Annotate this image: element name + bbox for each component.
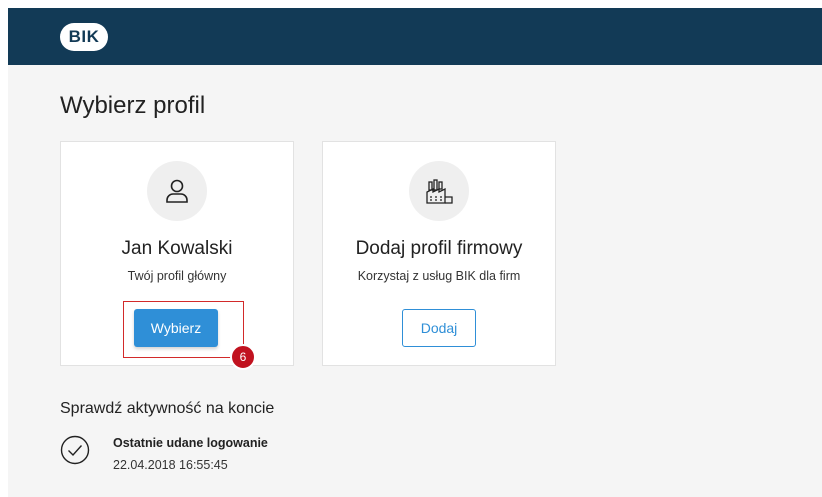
page-title: Wybierz profil (60, 92, 206, 119)
profile-name: Jan Kowalski (121, 238, 233, 259)
profile-card-company: Dodaj profil firmowy Korzystaj z usług B… (322, 141, 556, 366)
activity-section-title: Sprawdź aktywność na koncie (60, 400, 275, 417)
check-circle-icon (60, 435, 90, 465)
add-company-profile-button[interactable]: Dodaj (402, 309, 476, 347)
bik-logo[interactable]: BIK (60, 23, 108, 51)
select-profile-button[interactable]: Wybierz (134, 309, 218, 347)
profile-card-personal: Jan Kowalski Twój profil główny Wybierz (60, 141, 294, 366)
profile-name: Dodaj profil firmowy (355, 238, 523, 259)
top-bar: BIK (8, 8, 822, 65)
user-icon (147, 161, 207, 221)
profile-subtitle: Twój profil główny (127, 269, 227, 283)
last-login-label: Ostatnie udane logowanie (113, 436, 268, 450)
app-frame: BIK Wybierz profil Jan Kowalski Twój pro… (8, 8, 822, 497)
last-login-time: 22.04.2018 16:55:45 (113, 458, 228, 472)
step-badge: 6 (230, 344, 256, 370)
profile-subtitle: Korzystaj z usług BIK dla firm (357, 269, 521, 283)
factory-icon (409, 161, 469, 221)
